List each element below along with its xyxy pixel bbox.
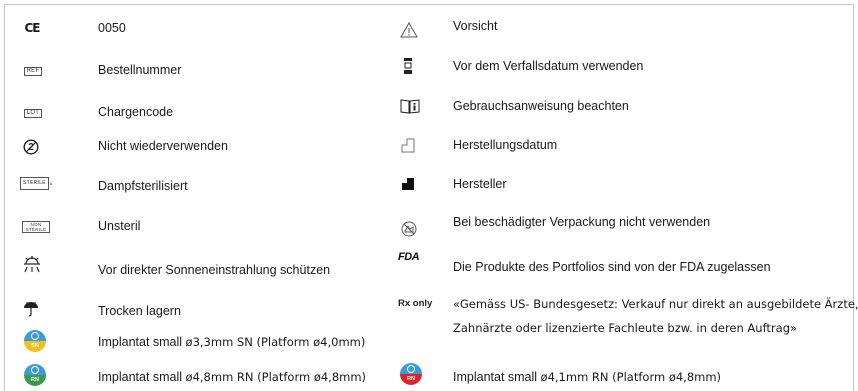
do-not-reuse-digit: 2: [28, 141, 34, 153]
do-not-use-if-damaged-label: Bei beschädigter Verpackung nicht verwen…: [453, 215, 711, 229]
sn-implant-label: Implantat small ø3,3mm SN (Platform ø4,0…: [98, 335, 366, 349]
keep-away-from-sunlight-label: Vor direkter Sonneneinstrahlung schützen: [98, 263, 331, 277]
manufacturer-icon: [400, 176, 416, 192]
steam-sterilized-icon: STERILE: [20, 174, 52, 192]
rn-badge-icon: RN: [24, 364, 46, 386]
ref-label: Bestellnummer: [98, 63, 182, 77]
use-by-date-icon: [402, 56, 414, 76]
rn-red-badge-text: RN: [407, 376, 415, 382]
do-not-use-if-damaged-icon: [400, 220, 418, 238]
lot-label: Chargencode: [98, 105, 174, 119]
do-not-reuse-icon: 2: [22, 138, 40, 156]
keep-away-from-sunlight-icon: [22, 254, 42, 274]
non-sterile-label: Unsteril: [98, 219, 141, 233]
rn-red-badge-icon: RN: [400, 363, 422, 385]
do-not-reuse-label: Nicht wiederverwenden: [98, 139, 228, 153]
date-of-manufacture-label: Herstellungsdatum: [453, 138, 558, 152]
manufacturer-label: Hersteller: [453, 177, 507, 191]
rn-badge-text: RN: [31, 377, 39, 383]
caution-label: Vorsicht: [453, 19, 498, 33]
sn-badge-text: SN: [31, 343, 39, 349]
ref-icon: REF: [20, 64, 46, 78]
fda-logo: FDA: [398, 251, 420, 263]
caution-icon: [400, 22, 418, 38]
non-sterile-icon: NON STERILE: [20, 220, 52, 234]
ce-label: 0050: [98, 21, 126, 35]
fda-label: Die Produkte des Portfolios sind von der…: [453, 260, 771, 274]
consult-instructions-icon: [400, 98, 420, 114]
ce-mark-icon: CE: [24, 21, 40, 35]
steam-sterilized-label: Dampfsterilisiert: [98, 179, 188, 193]
lot-icon: LOT: [20, 106, 46, 120]
rx-only-icon: Rx only: [398, 297, 433, 309]
keep-dry-label: Trocken lagern: [98, 304, 181, 318]
rx-only-label-line2: Zahnärzte oder lizenzierte Fachleute bzw…: [453, 321, 798, 335]
use-by-date-label: Vor dem Verfallsdatum verwenden: [453, 59, 644, 73]
rx-only-label-line1: «Gemäss US- Bundesgesetz: Verkauf nur di…: [453, 297, 858, 311]
rn-red-implant-label: Implantat small ø4,1mm RN (Platform ø4,8…: [453, 370, 722, 384]
date-of-manufacture-icon: [400, 136, 416, 154]
sn-badge-icon: SN: [24, 330, 46, 352]
rn-implant-label: Implantat small ø4,8mm RN (Platform ø4,8…: [98, 370, 367, 384]
consult-instructions-label: Gebrauchsanweisung beachten: [453, 99, 629, 113]
keep-dry-icon: [22, 300, 40, 318]
